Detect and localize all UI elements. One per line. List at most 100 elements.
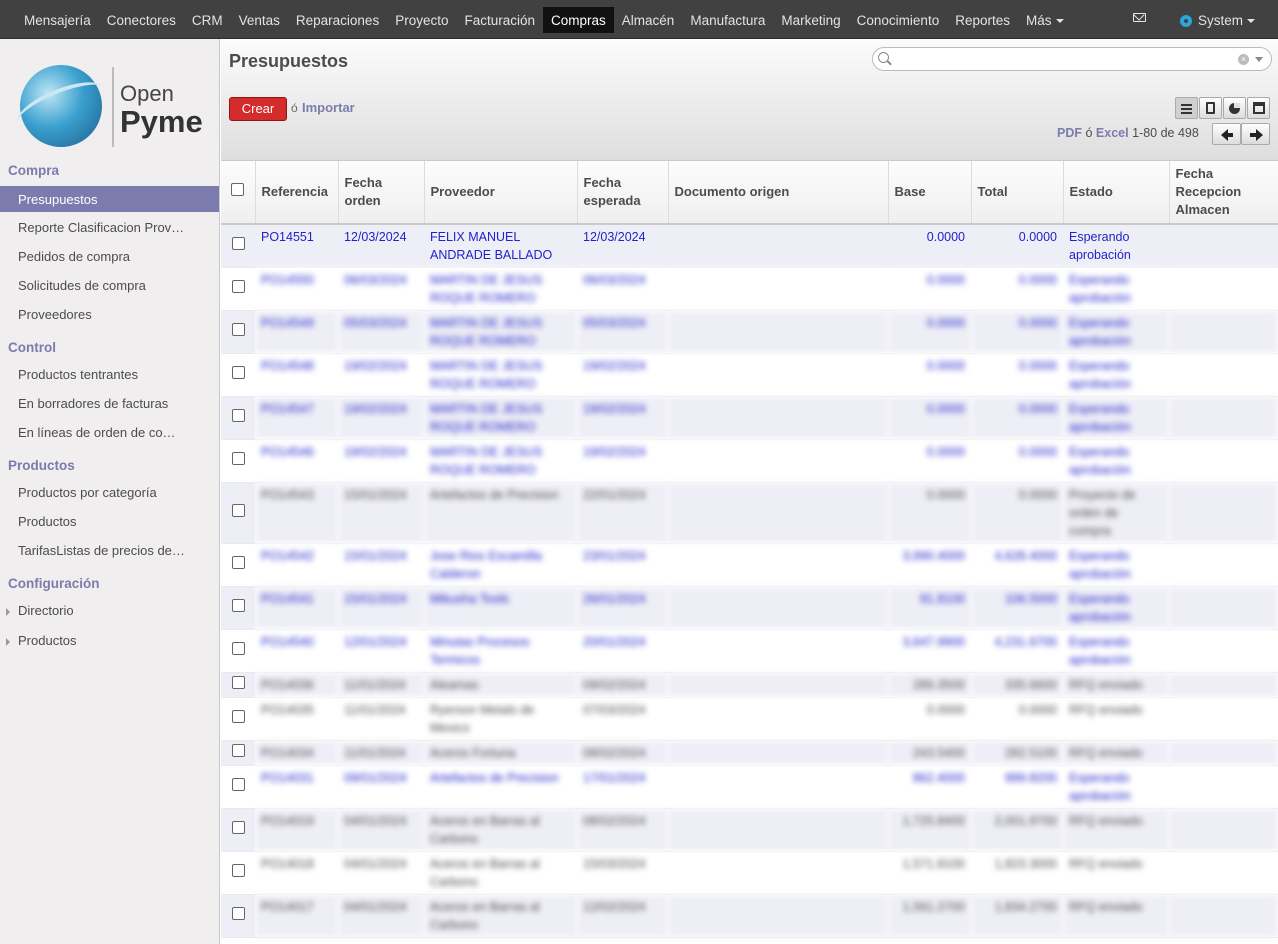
- sidebar-item[interactable]: Productos: [0, 508, 219, 534]
- row-select-cell: [221, 697, 255, 741]
- sidebar-item[interactable]: Productos: [0, 627, 219, 653]
- row-checkbox[interactable]: [231, 452, 245, 465]
- sidebar-item[interactable]: Productos tentrantes: [0, 361, 219, 387]
- clear-search-icon[interactable]: ×: [1238, 54, 1249, 65]
- column-header[interactable]: Base: [888, 161, 972, 225]
- row-checkbox[interactable]: [231, 599, 245, 612]
- table-row[interactable]: PO14035 11/01/2024 Ryerson Metals de Mexic…: [221, 697, 1278, 741]
- top-menu-item-1[interactable]: Mensajería: [16, 7, 99, 33]
- user-menu[interactable]: System: [1180, 13, 1256, 28]
- top-menu-item-10[interactable]: Manufactura: [682, 7, 773, 33]
- mail-icon[interactable]: [1133, 13, 1146, 22]
- row-checkbox[interactable]: [231, 409, 245, 422]
- top-menu-item-14[interactable]: Más: [1018, 7, 1072, 33]
- column-header[interactable]: Referencia: [255, 161, 339, 225]
- top-menu-item-3[interactable]: CRM: [184, 7, 231, 33]
- table-row[interactable]: PO14018 04/01/2024 Aceros en Barras al Car…: [221, 851, 1278, 895]
- column-header[interactable]: Estado: [1063, 161, 1170, 225]
- column-header[interactable]: Fecha esperada: [577, 161, 669, 225]
- top-menu-item-6[interactable]: Proyecto: [387, 7, 456, 33]
- cell-esperada: 19/02/2024: [577, 353, 668, 397]
- table-row[interactable]: PO14551 12/03/2024 FELIX MANUEL ANDRADE BA…: [221, 224, 1278, 268]
- sidebar-item[interactable]: Presupuestos: [0, 186, 219, 212]
- top-menu-item-13[interactable]: Reportes: [947, 7, 1018, 33]
- row-checkbox[interactable]: [231, 710, 245, 723]
- table-row[interactable]: PO14031 09/01/2024 Artefactos de Precision…: [221, 765, 1278, 809]
- cell-ref: PO14036: [255, 672, 338, 698]
- row-checkbox[interactable]: [231, 280, 245, 293]
- sidebar-item[interactable]: En borradores de facturas: [0, 390, 219, 416]
- cell-ref: PO14551: [255, 224, 338, 268]
- sidebar-item[interactable]: Productos por categoría: [0, 479, 219, 505]
- table-row[interactable]: PO14019 04/01/2024 Aceros en Barras al Car…: [221, 808, 1278, 852]
- column-header[interactable]: Fecha Recepcion Almacen: [1169, 161, 1278, 225]
- import-link[interactable]: Importar: [302, 100, 355, 115]
- top-menu-item-5[interactable]: Reparaciones: [288, 7, 387, 33]
- top-menu-item-4[interactable]: Ventas: [231, 7, 288, 33]
- expand-arrow-icon[interactable]: [6, 638, 10, 646]
- row-checkbox[interactable]: [231, 323, 245, 336]
- column-header[interactable]: Total: [971, 161, 1064, 225]
- sidebar-item[interactable]: Solicitudes de compra: [0, 272, 219, 298]
- row-checkbox[interactable]: [231, 366, 245, 379]
- cell-estado: Esperando aprobación: [1063, 267, 1169, 311]
- table-row[interactable]: PO14017 04/01/2024 Aceros en Barras al Car…: [221, 894, 1278, 938]
- top-menu-item-8[interactable]: Compras: [543, 7, 614, 33]
- row-checkbox[interactable]: [231, 642, 245, 655]
- table-row[interactable]: PO14540 12/01/2024 Minutas Procesos Termic…: [221, 629, 1278, 673]
- top-menu-item-2[interactable]: Conectores: [99, 7, 184, 33]
- row-checkbox[interactable]: [231, 237, 245, 250]
- expand-arrow-icon[interactable]: [6, 608, 10, 616]
- previous-page-button[interactable]: [1212, 123, 1241, 145]
- row-checkbox[interactable]: [231, 744, 245, 757]
- sidebar-item[interactable]: Pedidos de compra: [0, 243, 219, 269]
- cell-ref: PO14540: [255, 629, 338, 673]
- top-menu-item-9[interactable]: Almacén: [614, 7, 683, 33]
- search-options-icon[interactable]: [1255, 57, 1263, 62]
- sidebar-item[interactable]: En líneas de orden de co…: [0, 419, 219, 445]
- form-view-button[interactable]: [1199, 97, 1222, 119]
- select-all-checkbox[interactable]: [231, 183, 245, 196]
- list-view-button[interactable]: [1175, 97, 1198, 119]
- table-row[interactable]: PO14550 06/03/2024 MARTIN DE JESUS ROQUE R…: [221, 267, 1278, 311]
- graph-view-button[interactable]: [1223, 97, 1246, 119]
- top-menu-item-11[interactable]: Marketing: [773, 7, 848, 33]
- table-row[interactable]: PO14542 15/01/2024 Jose Rios Escamilla Cal…: [221, 543, 1278, 587]
- pdf-link[interactable]: PDF: [1057, 126, 1082, 140]
- row-checkbox[interactable]: [231, 864, 245, 877]
- cell-doc: [668, 267, 888, 311]
- row-checkbox[interactable]: [231, 676, 245, 689]
- cell-esperada: 15/03/2024: [577, 851, 668, 895]
- row-checkbox[interactable]: [231, 504, 245, 517]
- excel-link[interactable]: Excel: [1096, 126, 1129, 140]
- row-checkbox[interactable]: [231, 556, 245, 569]
- table-row[interactable]: PO14034 11/01/2024 Aceros Fortuna 08/02/202…: [221, 740, 1278, 766]
- search-input[interactable]: ×: [872, 47, 1272, 71]
- table-row[interactable]: PO14547 19/02/2024 MARTIN DE JESUS ROQUE R…: [221, 396, 1278, 440]
- row-checkbox[interactable]: [231, 821, 245, 834]
- table-row[interactable]: PO14541 15/01/2024 Mikusha Tools 26/01/2024…: [221, 586, 1278, 630]
- column-header[interactable]: Documento origen: [668, 161, 889, 225]
- column-header[interactable]: Fecha orden: [338, 161, 425, 225]
- row-checkbox[interactable]: [231, 778, 245, 791]
- top-menu-label: CRM: [191, 13, 223, 28]
- next-page-button[interactable]: [1241, 123, 1270, 145]
- row-select-cell: [221, 586, 255, 630]
- table-row[interactable]: PO14548 19/02/2024 MARTIN DE JESUS ROQUE R…: [221, 353, 1278, 397]
- sidebar-item[interactable]: Reporte Clasificacion Prov…: [0, 214, 219, 240]
- sidebar-item[interactable]: Proveedores: [0, 301, 219, 327]
- row-checkbox[interactable]: [231, 907, 245, 920]
- table-row[interactable]: PO14549 05/03/2024 MARTIN DE JESUS ROQUE R…: [221, 310, 1278, 354]
- table-row[interactable]: PO14036 11/01/2024 Aleamas 09/02/2024 289.35…: [221, 672, 1278, 698]
- sidebar-item[interactable]: Directorio: [0, 597, 219, 623]
- table-row[interactable]: PO14546 19/02/2024 MARTIN DE JESUS ROQUE R…: [221, 439, 1278, 483]
- sidebar-item[interactable]: TarifasListas de precios de…: [0, 537, 219, 563]
- column-header[interactable]: Proveedor: [424, 161, 578, 225]
- cell-recep: [1169, 310, 1278, 354]
- table-row[interactable]: PO14543 15/01/2024 Artefactos de Precision…: [221, 482, 1278, 544]
- top-menu-item-7[interactable]: Facturación: [456, 7, 543, 33]
- calendar-view-button[interactable]: [1247, 97, 1270, 119]
- row-select-cell: [221, 439, 255, 483]
- create-button[interactable]: Crear: [229, 97, 287, 121]
- top-menu-item-12[interactable]: Conocimiento: [849, 7, 948, 33]
